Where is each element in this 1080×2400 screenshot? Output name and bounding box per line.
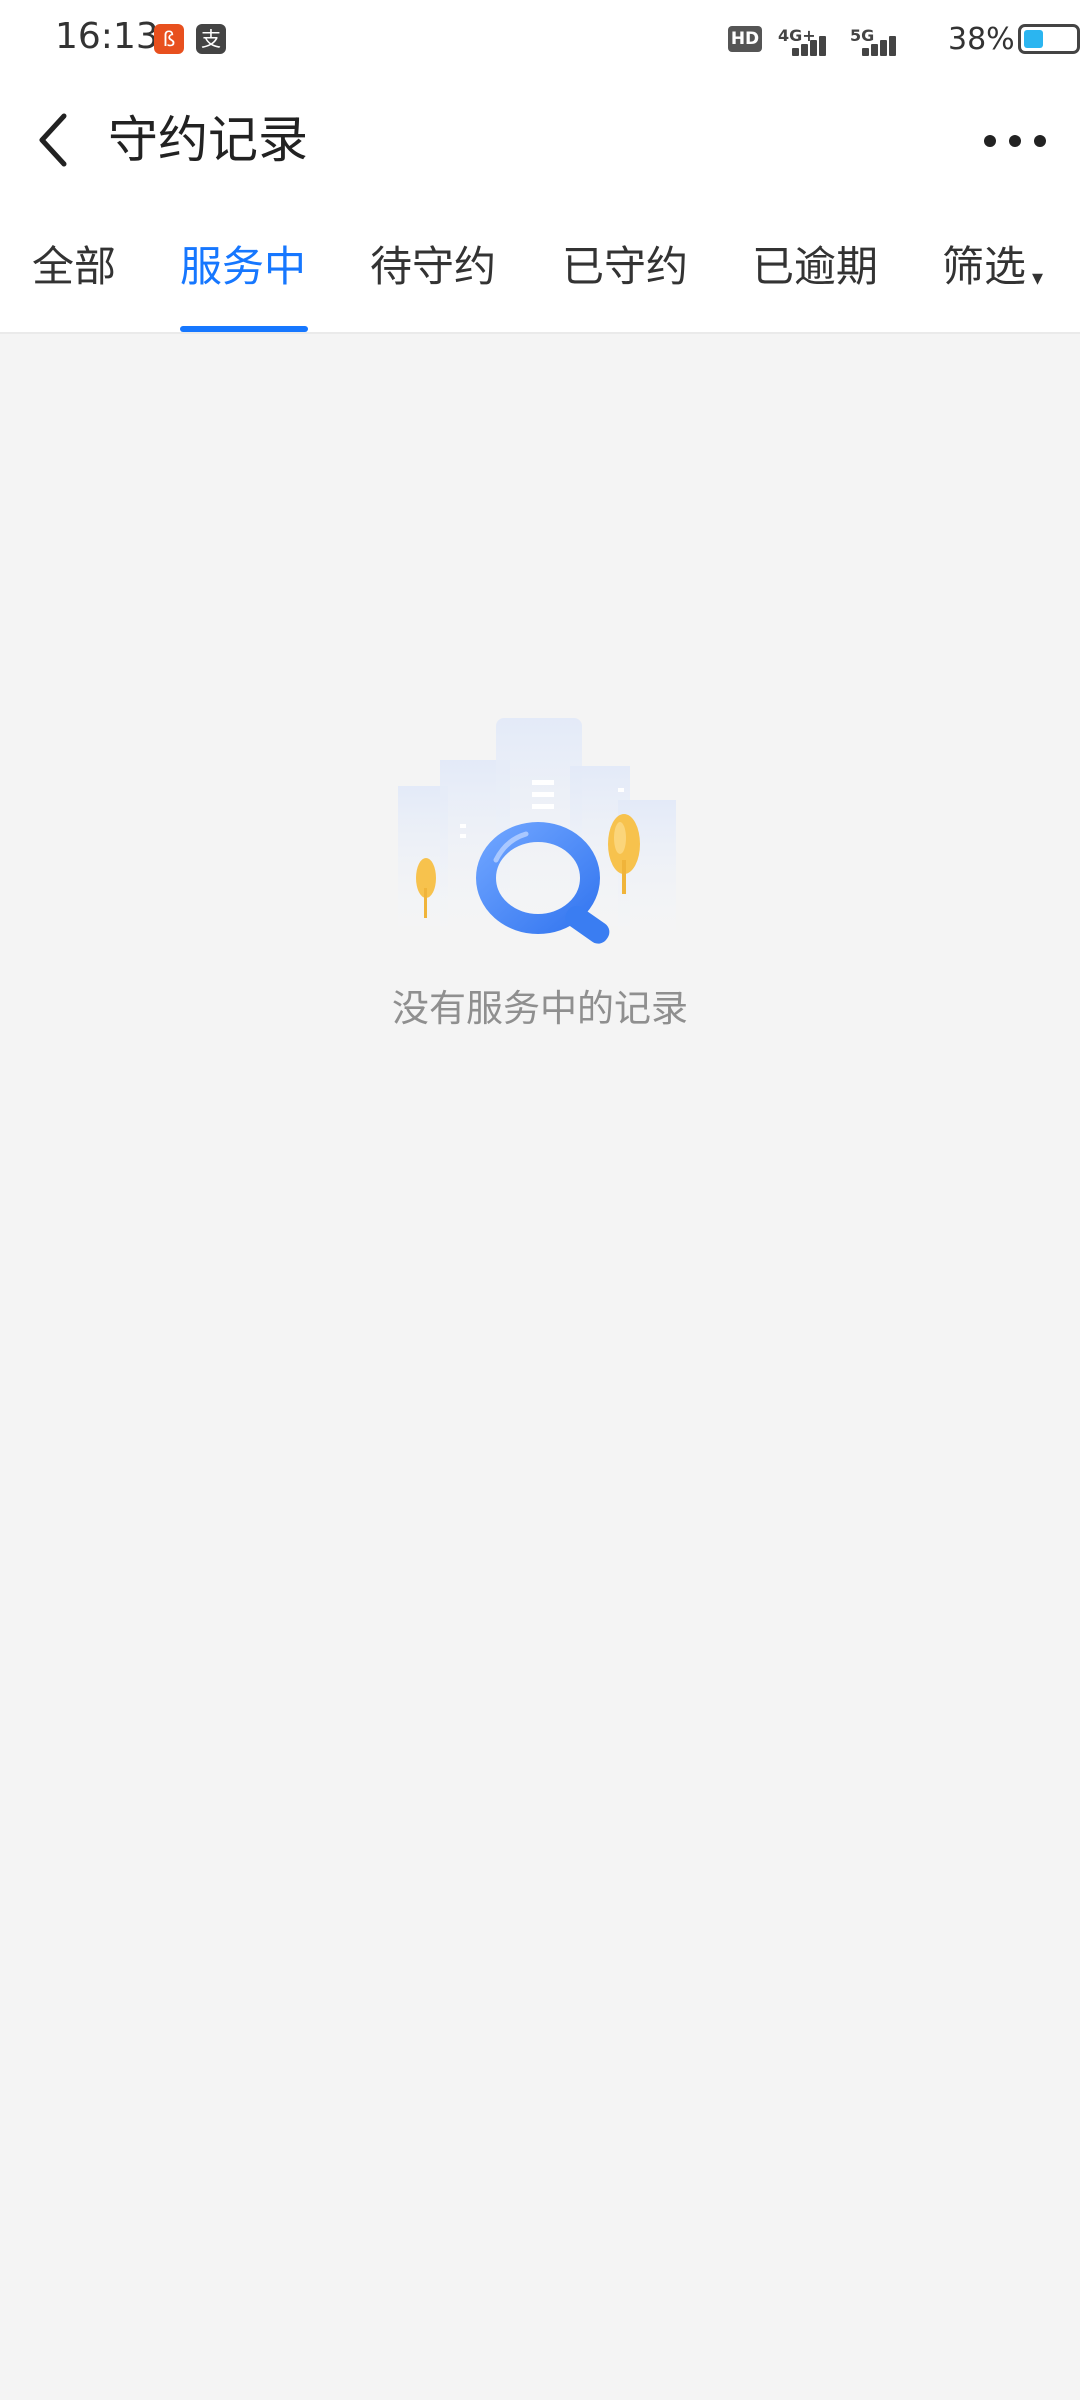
tab-filter[interactable]: 筛选 — [942, 240, 1026, 294]
empty-state-message: 没有服务中的记录 — [392, 987, 688, 1030]
tab-overdue[interactable]: 已逾期 — [752, 240, 878, 294]
back-button[interactable] — [22, 108, 86, 172]
more-dots-icon — [984, 135, 996, 147]
caret-down-icon[interactable]: ▾ — [1032, 266, 1043, 291]
tab-bar: 全部 服务中 待守约 已守约 已逾期 筛选 — [0, 200, 1080, 334]
notification-app-icon: ß — [154, 24, 184, 54]
more-dots-icon — [1034, 135, 1046, 147]
tab-pending[interactable]: 待守约 — [370, 240, 496, 294]
magnifier-city-illustration — [398, 718, 676, 944]
signal-icon — [848, 30, 896, 56]
active-tab-indicator — [180, 326, 308, 332]
status-time: 16:13 — [55, 16, 159, 57]
more-options-button[interactable] — [980, 110, 1050, 170]
hd-voice-icon: HD — [728, 26, 762, 52]
battery-percentage: 38% — [948, 22, 1015, 57]
chevron-left-icon — [39, 113, 67, 167]
tab-in-service[interactable]: 服务中 — [180, 240, 306, 294]
status-indicators: HD 4G+ 5G 38% — [680, 0, 1080, 80]
battery-level-fill — [1024, 30, 1043, 48]
signal-icon — [778, 30, 826, 56]
tab-fulfilled[interactable]: 已守约 — [562, 240, 688, 294]
tab-all[interactable]: 全部 — [32, 240, 116, 294]
page-title: 守约记录 — [108, 111, 308, 169]
status-bar: 16:13 ß 支 HD 4G+ 5G 38% — [0, 0, 1080, 80]
more-dots-icon — [1009, 135, 1021, 147]
alipay-notification-icon: 支 — [196, 24, 226, 54]
battery-icon — [1018, 24, 1080, 54]
app-header: 守约记录 — [0, 80, 1080, 200]
empty-state-illustration — [388, 700, 698, 960]
